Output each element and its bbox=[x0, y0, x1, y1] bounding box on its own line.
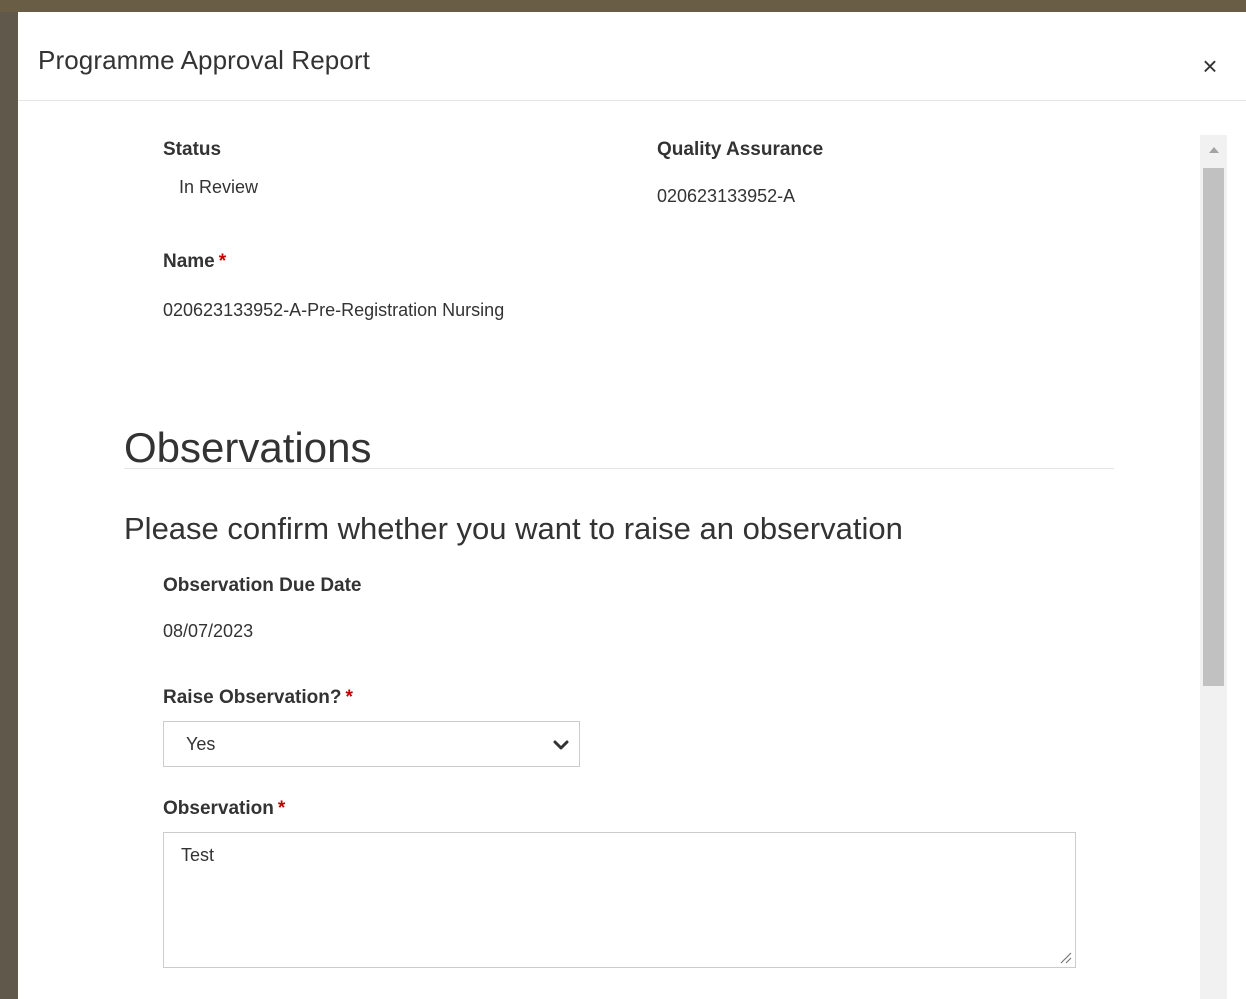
observation-textarea[interactable]: Test bbox=[163, 832, 1076, 968]
observation-label-text: Observation bbox=[163, 798, 274, 819]
section-divider bbox=[124, 468, 1114, 469]
required-marker: * bbox=[277, 798, 286, 819]
status-value: In Review bbox=[179, 177, 259, 197]
close-icon: × bbox=[1202, 51, 1218, 81]
observation-label: Observation * bbox=[163, 798, 285, 820]
required-marker: * bbox=[345, 687, 353, 708]
observations-heading: Observations bbox=[124, 424, 372, 471]
programme-approval-modal: Programme Approval Report × Status In Re… bbox=[18, 12, 1246, 999]
modal-header: Programme Approval Report × bbox=[18, 12, 1246, 101]
scroll-up-arrow-icon[interactable] bbox=[1200, 135, 1227, 165]
chevron-down-icon bbox=[553, 740, 569, 750]
name-label-text: Name bbox=[163, 251, 215, 272]
required-marker: * bbox=[218, 251, 227, 272]
quality-assurance-label: Quality Assurance bbox=[657, 139, 824, 160]
scroll-up-triangle bbox=[1208, 147, 1219, 153]
observation-due-date-label: Observation Due Date bbox=[163, 575, 362, 596]
status-label: Status bbox=[163, 139, 222, 160]
resize-handle-icon[interactable] bbox=[1058, 950, 1072, 964]
raise-observation-label-text: Raise Observation? bbox=[163, 687, 342, 708]
name-value: 020623133952-A-Pre-Registration Nursing bbox=[163, 300, 505, 320]
modal-body: Status In Review Quality Assurance 02062… bbox=[18, 101, 1246, 999]
backdrop-top-strip bbox=[0, 0, 1246, 12]
vertical-scrollbar[interactable] bbox=[1200, 135, 1227, 999]
raise-observation-select[interactable]: Yes bbox=[163, 721, 580, 767]
scrollbar-thumb[interactable] bbox=[1203, 168, 1224, 686]
modal-title: Programme Approval Report bbox=[38, 45, 370, 75]
observation-due-date-value: 08/07/2023 bbox=[163, 621, 254, 641]
raise-observation-label: Raise Observation? * bbox=[163, 687, 353, 709]
quality-assurance-value: 020623133952-A bbox=[657, 186, 796, 206]
observation-text-value: Test bbox=[181, 845, 215, 865]
close-button[interactable]: × bbox=[1196, 52, 1224, 80]
name-label: Name * bbox=[163, 251, 226, 273]
raise-observation-selected-value: Yes bbox=[186, 734, 216, 754]
observation-prompt-heading: Please confirm whether you want to raise… bbox=[124, 511, 903, 546]
